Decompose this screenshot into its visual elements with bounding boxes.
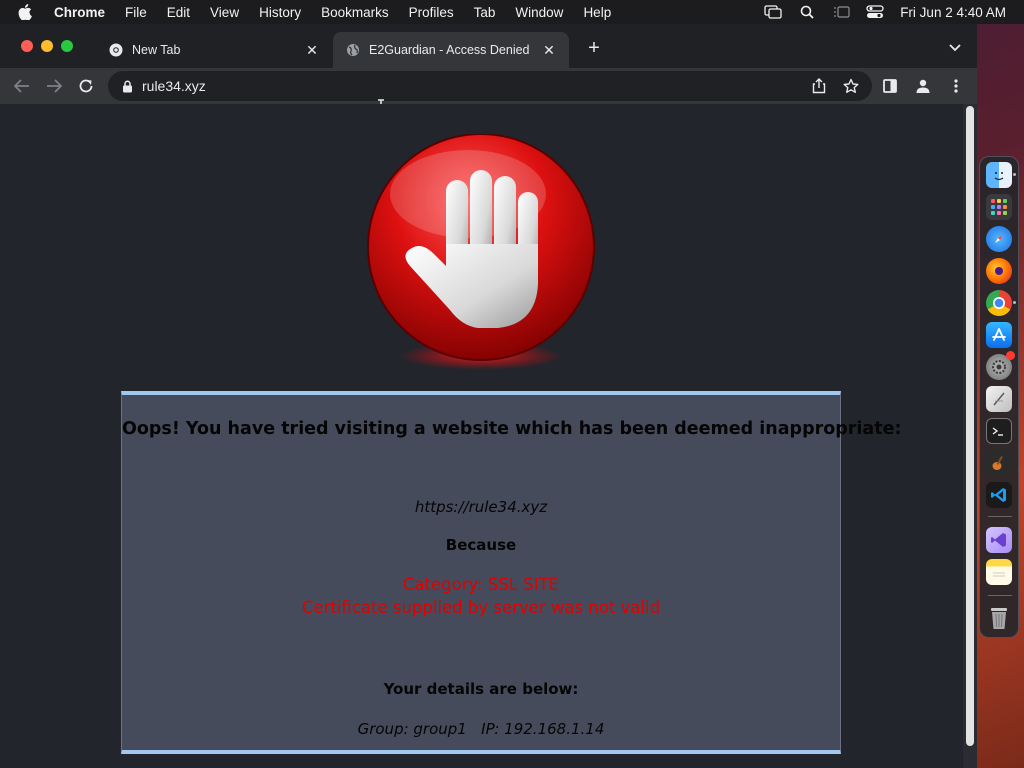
reload-icon[interactable] xyxy=(76,76,96,96)
dock-separator xyxy=(988,516,1012,517)
forward-arrow-icon[interactable] xyxy=(44,76,64,96)
menu-edit[interactable]: Edit xyxy=(167,5,190,20)
dock xyxy=(979,156,1019,638)
chrome-icon[interactable] xyxy=(986,290,1012,316)
notes-icon[interactable] xyxy=(986,559,1012,585)
running-indicator xyxy=(1013,173,1016,176)
tab-search-chevron-icon[interactable] xyxy=(947,40,963,56)
garageband-icon[interactable] xyxy=(986,450,1012,476)
menu-history[interactable]: History xyxy=(259,5,301,20)
tab-title: New Tab xyxy=(132,43,181,57)
trash-icon[interactable] xyxy=(986,605,1012,631)
vscode-icon[interactable] xyxy=(986,482,1012,508)
page-viewport: Oops! You have tried visiting a website … xyxy=(0,104,977,768)
menubar-clock[interactable]: Fri Jun 2 4:40 AM xyxy=(900,5,1006,20)
url-text[interactable]: rule34.xyz xyxy=(142,78,206,94)
block-headline: Oops! You have tried visiting a website … xyxy=(122,419,902,439)
notification-badge xyxy=(1006,351,1015,360)
launchpad-icon[interactable] xyxy=(986,194,1012,220)
globe-icon xyxy=(345,42,361,58)
terminal-icon[interactable] xyxy=(986,418,1012,444)
menu-bar: Chrome File Edit View History Bookmarks … xyxy=(0,0,1024,24)
menu-bookmarks[interactable]: Bookmarks xyxy=(321,5,389,20)
app-store-icon[interactable] xyxy=(986,322,1012,348)
screen-mirroring-icon[interactable] xyxy=(764,5,782,19)
firefox-icon[interactable] xyxy=(986,258,1012,284)
menu-window[interactable]: Window xyxy=(515,5,563,20)
browser-window: New Tab ✕ E2Guardian - Access Denied ✕ + xyxy=(0,24,977,768)
close-tab-icon[interactable]: ✕ xyxy=(541,42,557,58)
profile-avatar-icon[interactable] xyxy=(913,76,933,96)
visual-studio-icon[interactable] xyxy=(986,527,1012,553)
apple-menu-icon[interactable] xyxy=(18,4,34,20)
menu-view[interactable]: View xyxy=(210,5,239,20)
system-settings-icon[interactable] xyxy=(986,351,1015,380)
menu-app-name[interactable]: Chrome xyxy=(54,5,105,20)
dock-separator xyxy=(988,595,1012,596)
finder-icon[interactable] xyxy=(986,162,1012,188)
chrome-icon xyxy=(108,42,124,58)
stage-manager-icon[interactable] xyxy=(832,5,850,19)
fullscreen-window-button[interactable] xyxy=(61,40,73,52)
back-arrow-icon[interactable] xyxy=(12,76,32,96)
address-bar[interactable]: rule34.xyz xyxy=(108,71,872,101)
block-category: Category: SSL SITE xyxy=(402,575,560,594)
tab-new-tab[interactable]: New Tab ✕ xyxy=(96,32,332,68)
new-tab-button[interactable]: + xyxy=(584,38,604,58)
stop-hand-icon xyxy=(367,134,595,370)
blocked-url: https://rule34.xyz xyxy=(414,498,548,516)
page-scrollbar[interactable] xyxy=(963,104,977,768)
spotlight-search-icon[interactable] xyxy=(798,5,816,19)
safari-icon[interactable] xyxy=(986,226,1012,252)
menu-help[interactable]: Help xyxy=(583,5,611,20)
scrollbar-thumb[interactable] xyxy=(966,106,974,746)
tab-access-denied[interactable]: E2Guardian - Access Denied ✕ xyxy=(333,32,569,68)
because-label: Because xyxy=(445,536,517,554)
share-icon[interactable] xyxy=(810,77,828,95)
control-center-icon[interactable] xyxy=(866,5,884,19)
close-tab-icon[interactable]: ✕ xyxy=(304,42,320,58)
menu-file[interactable]: File xyxy=(125,5,147,20)
details-heading: Your details are below: xyxy=(383,680,579,698)
browser-toolbar: rule34.xyz xyxy=(0,68,977,104)
bookmark-star-icon[interactable] xyxy=(842,77,860,95)
running-indicator xyxy=(1013,301,1016,304)
tab-strip: New Tab ✕ E2Guardian - Access Denied ✕ + xyxy=(0,24,977,68)
tab-title: E2Guardian - Access Denied xyxy=(369,43,530,57)
script-editor-icon[interactable] xyxy=(986,386,1012,412)
more-menu-icon[interactable] xyxy=(946,76,966,96)
block-notice-panel: Oops! You have tried visiting a website … xyxy=(121,391,902,754)
side-panel-icon[interactable] xyxy=(880,76,900,96)
minimize-window-button[interactable] xyxy=(41,40,53,52)
close-window-button[interactable] xyxy=(21,40,33,52)
block-reason: Certificate supplied by server was not v… xyxy=(301,598,661,617)
user-info: Group: group1 IP: 192.168.1.14 xyxy=(357,720,605,738)
lock-icon[interactable] xyxy=(120,79,134,93)
menu-tab[interactable]: Tab xyxy=(474,5,496,20)
menu-profiles[interactable]: Profiles xyxy=(409,5,454,20)
